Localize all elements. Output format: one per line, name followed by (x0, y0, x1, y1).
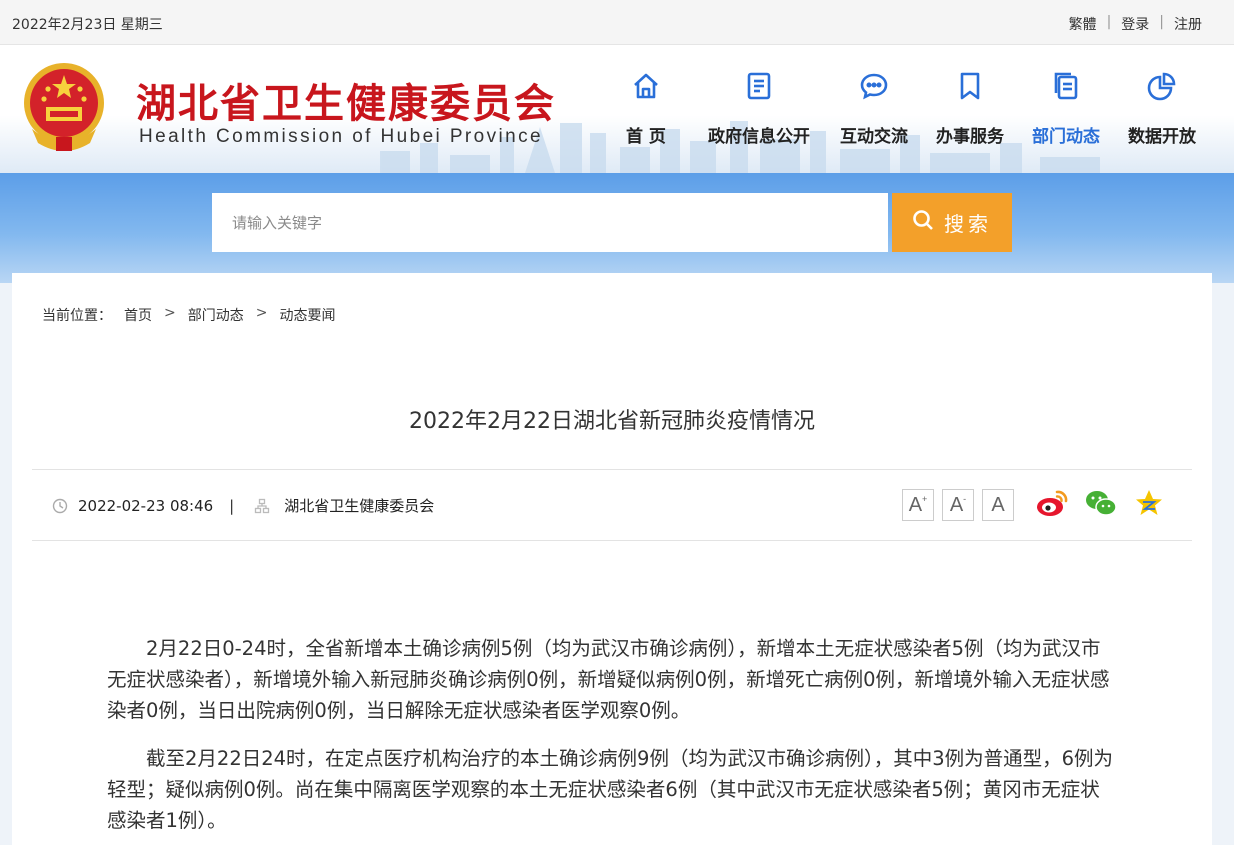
star-icon (1134, 488, 1164, 522)
font-increase-button[interactable]: A + (902, 489, 934, 521)
nav-department-news[interactable]: 部门动态 (1032, 69, 1100, 147)
search-input[interactable] (212, 193, 888, 252)
wechat-icon (1084, 488, 1118, 522)
breadcrumb-news-highlights[interactable]: 动态要闻 (279, 305, 335, 325)
nav-label: 数据开放 (1128, 127, 1196, 147)
nav-label: 办事服务 (936, 127, 1004, 147)
nav-home[interactable]: 首 页 (626, 69, 666, 147)
nav-services[interactable]: 办事服务 (936, 69, 1004, 147)
separator: | (1159, 14, 1164, 30)
breadcrumb-department-news[interactable]: 部门动态 (188, 305, 244, 325)
plus-sign: + (922, 494, 928, 504)
pages-icon (1050, 69, 1082, 103)
article-paragraph: 截至2月22日24时，在定点医疗机构治疗的本土确诊病例9例（均为武汉市确诊病例）… (107, 747, 1114, 832)
font-decrease-button[interactable]: A- (942, 489, 974, 521)
nav-interaction[interactable]: 互动交流 (840, 69, 908, 147)
home-icon (630, 69, 662, 103)
nav-label: 互动交流 (840, 127, 908, 147)
breadcrumb-separator: > (255, 305, 268, 321)
breadcrumb-separator: > (164, 305, 176, 321)
article-source: 湖北省卫生健康委员会 (284, 497, 435, 515)
article-meta: 2022-02-23 08:46 | 湖北省卫生健康委员会 (52, 495, 434, 516)
nav-label: 首 页 (626, 127, 666, 147)
nav-label: 政府信息公开 (708, 127, 810, 147)
national-emblem-logo (24, 63, 104, 151)
current-date: 2022年2月23日 星期三 (12, 17, 163, 33)
weibo-share-button[interactable] (1035, 489, 1069, 521)
site-header: 湖北省卫生健康委员会 Health Commission of Hubei Pr… (0, 45, 1234, 173)
search-button[interactable]: 搜索 (892, 193, 1012, 252)
article-card: 当前位置： 首页 > 部门动态 > 动态要闻 2022年2月22日湖北省新冠肺炎… (12, 273, 1212, 845)
breadcrumb-prefix: 当前位置： (42, 308, 112, 324)
login-link[interactable]: 登录 (1121, 14, 1149, 34)
nav-open-data[interactable]: 数据开放 (1128, 69, 1196, 147)
font-decrease-label: A (949, 493, 964, 516)
top-bar: 2022年2月23日 星期三 繁體 | 登录 | 注册 (0, 0, 1234, 45)
traditional-chinese-link[interactable]: 繁體 (1069, 14, 1097, 34)
top-links: 繁體 | 登录 | 注册 (1069, 14, 1202, 34)
font-reset-label: A (991, 493, 1005, 516)
divider (32, 540, 1192, 541)
search-icon (912, 209, 934, 236)
publish-datetime: 2022-02-23 08:46 (78, 496, 214, 515)
divider (32, 469, 1192, 470)
font-increase-label: A (908, 493, 923, 516)
minus-sign: - (963, 494, 967, 504)
nav-government-info[interactable]: 政府信息公开 (708, 69, 810, 147)
breadcrumb-home[interactable]: 首页 (124, 305, 152, 325)
qzone-share-button[interactable] (1132, 489, 1166, 521)
nav-label: 部门动态 (1032, 127, 1100, 147)
article-paragraph: 2月22日0-24时，全省新增本土确诊病例5例（均为武汉市确诊病例），新增本土无… (107, 637, 1110, 722)
document-icon (743, 69, 775, 103)
article-title: 2022年2月22日湖北省新冠肺炎疫情情况 (409, 409, 815, 434)
chat-icon (858, 69, 890, 103)
font-reset-button[interactable]: A (982, 489, 1014, 521)
register-link[interactable]: 注册 (1174, 14, 1202, 34)
bookmark-icon (954, 69, 986, 103)
wechat-share-button[interactable] (1084, 489, 1118, 521)
breadcrumb: 当前位置： 首页 > 部门动态 > 动态要闻 (42, 305, 335, 325)
separator: | (1106, 14, 1112, 30)
clock-icon (52, 498, 68, 514)
meta-separator: | (229, 496, 235, 515)
site-title: 湖北省卫生健康委员会 (136, 81, 556, 127)
search-button-label: 搜索 (944, 212, 992, 236)
organization-icon (254, 498, 270, 514)
pie-chart-icon (1146, 69, 1178, 103)
weibo-icon (1035, 488, 1069, 522)
site-subtitle: Health Commission of Hubei Province (139, 126, 543, 147)
